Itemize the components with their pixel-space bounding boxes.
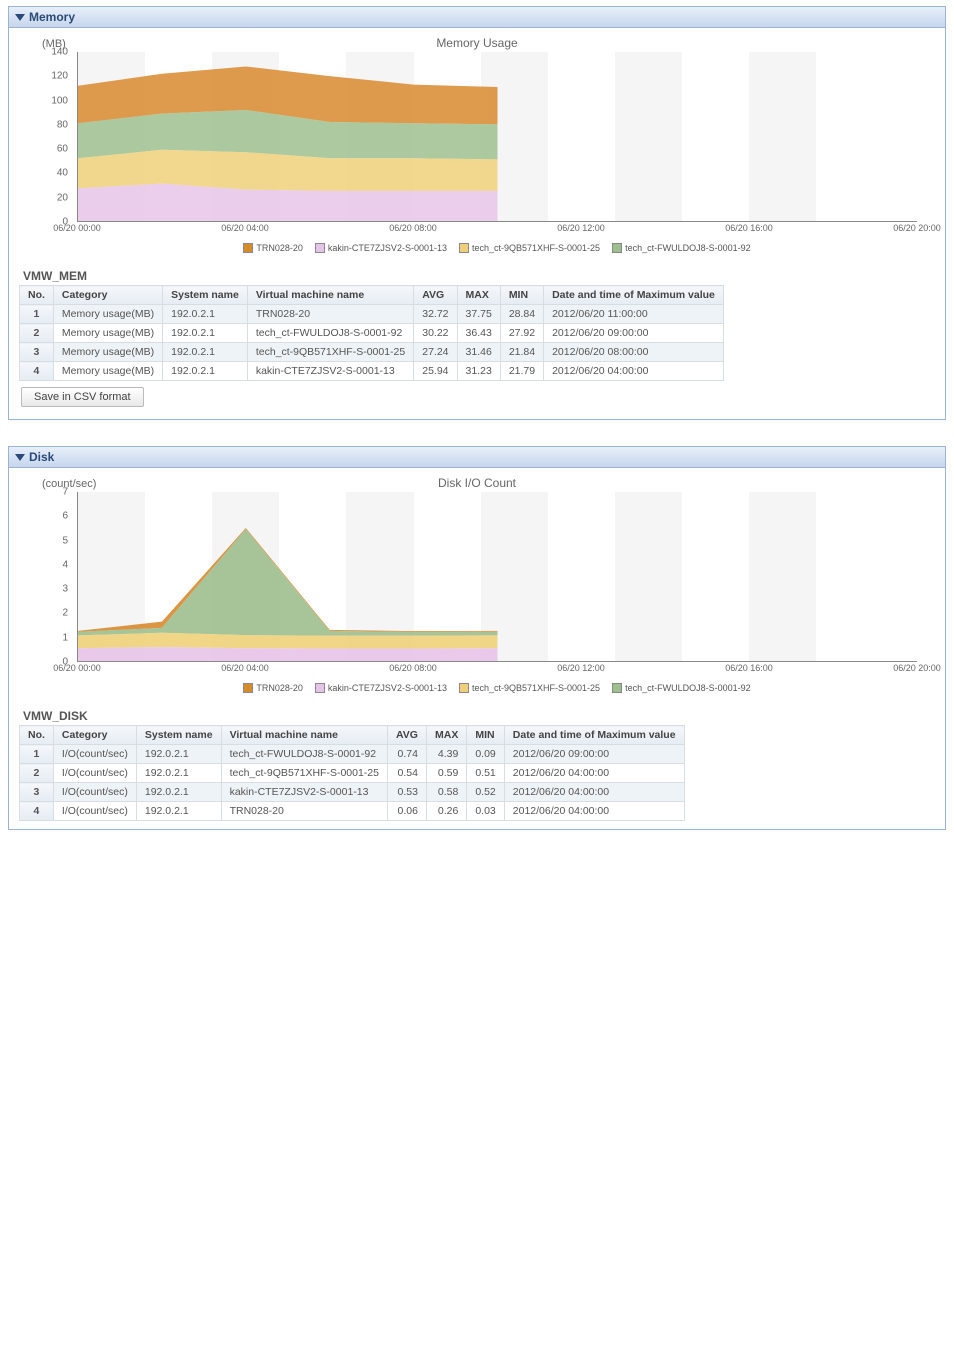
disk-panel-header[interactable]: Disk: [9, 447, 945, 468]
table-header-row: No. Category System name Virtual machine…: [20, 286, 724, 305]
mem-table: No. Category System name Virtual machine…: [19, 285, 724, 381]
col-datetime[interactable]: Date and time of Maximum value: [544, 286, 724, 305]
disk-chart: 765 432 10 06/20 00:00 0: [17, 492, 937, 697]
col-no[interactable]: No.: [20, 286, 54, 305]
table-row: 3 Memory usage(MB) 192.0.2.1 tech_ct-9QB…: [20, 343, 724, 362]
table-row: 3 I/O(count/sec) 192.0.2.1 kakin-CTE7ZJS…: [20, 783, 685, 802]
col-system[interactable]: System name: [136, 726, 221, 745]
disk-plot-area: [77, 492, 917, 662]
mem-chart-title: Memory Usage: [17, 36, 937, 50]
memory-chart: 140120100 806040 200: [17, 52, 937, 257]
table-header-row: No. Category System name Virtual machine…: [20, 726, 685, 745]
col-max[interactable]: MAX: [426, 726, 466, 745]
col-max[interactable]: MAX: [457, 286, 500, 305]
collapse-icon: [15, 14, 25, 21]
memory-panel: Memory (MB) Memory Usage 140120100 80604…: [8, 6, 946, 420]
table-row: 1 Memory usage(MB) 192.0.2.1 TRN028-20 3…: [20, 305, 724, 324]
mem-table-title: VMW_MEM: [23, 269, 937, 283]
memory-panel-body: (MB) Memory Usage 140120100 806040 200: [9, 28, 945, 419]
disk-table-title: VMW_DISK: [23, 709, 937, 723]
save-csv-button[interactable]: Save in CSV format: [21, 387, 144, 407]
mem-legend: TRN028-20 kakin-CTE7ZJSV2-S-0001-13 tech…: [77, 239, 917, 257]
table-row: 4 Memory usage(MB) 192.0.2.1 kakin-CTE7Z…: [20, 362, 724, 381]
table-row: 4 I/O(count/sec) 192.0.2.1 TRN028-20 0.0…: [20, 802, 685, 821]
disk-table: No. Category System name Virtual machine…: [19, 725, 685, 821]
disk-panel-title: Disk: [29, 450, 54, 464]
col-category[interactable]: Category: [53, 726, 136, 745]
col-no[interactable]: No.: [20, 726, 54, 745]
disk-chart-title: Disk I/O Count: [17, 476, 937, 490]
col-vm[interactable]: Virtual machine name: [221, 726, 387, 745]
disk-panel-body: (count/sec) Disk I/O Count 765 432 10: [9, 468, 945, 829]
col-avg[interactable]: AVG: [414, 286, 457, 305]
disk-y-ticks: 765 432 10: [17, 492, 72, 662]
mem-plot-area: [77, 52, 917, 222]
memory-panel-title: Memory: [29, 10, 75, 24]
col-category[interactable]: Category: [53, 286, 162, 305]
col-min[interactable]: MIN: [467, 726, 504, 745]
memory-panel-header[interactable]: Memory: [9, 7, 945, 28]
mem-series: [78, 52, 917, 221]
col-system[interactable]: System name: [163, 286, 248, 305]
col-vm[interactable]: Virtual machine name: [247, 286, 413, 305]
disk-series: [78, 492, 917, 661]
disk-panel: Disk (count/sec) Disk I/O Count 765 432 …: [8, 446, 946, 830]
disk-legend: TRN028-20 kakin-CTE7ZJSV2-S-0001-13 tech…: [77, 679, 917, 697]
disk-x-ticks: 06/20 00:00 06/20 04:00 06/20 08:00 06/2…: [77, 663, 917, 677]
table-row: 2 I/O(count/sec) 192.0.2.1 tech_ct-9QB57…: [20, 764, 685, 783]
mem-y-ticks: 140120100 806040 200: [17, 52, 72, 222]
mem-x-ticks: 06/20 00:00 06/20 04:00 06/20 08:00 06/2…: [77, 223, 917, 237]
table-row: 1 I/O(count/sec) 192.0.2.1 tech_ct-FWULD…: [20, 745, 685, 764]
collapse-icon: [15, 454, 25, 461]
col-datetime[interactable]: Date and time of Maximum value: [504, 726, 684, 745]
col-min[interactable]: MIN: [500, 286, 543, 305]
col-avg[interactable]: AVG: [388, 726, 427, 745]
table-row: 2 Memory usage(MB) 192.0.2.1 tech_ct-FWU…: [20, 324, 724, 343]
